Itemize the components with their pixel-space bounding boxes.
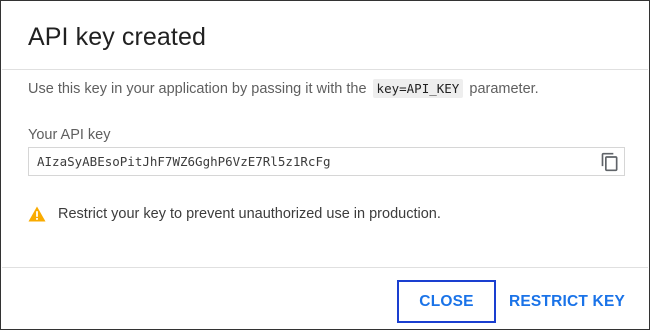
footer-divider <box>2 267 648 268</box>
description-text-after: parameter. <box>469 81 539 97</box>
dialog-description: Use this key in your application by pass… <box>28 79 539 98</box>
restrict-key-button[interactable]: RESTRICT KEY <box>501 280 633 323</box>
api-key-value[interactable]: AIzaSyABEsoPitJhF7WZ6GghP6VzE7Rl5z1RcFg <box>37 154 331 169</box>
warning-icon <box>28 206 46 222</box>
description-text-before: Use this key in your application by pass… <box>28 81 367 97</box>
warning-text: Restrict your key to prevent unauthorize… <box>58 206 441 222</box>
header-divider <box>2 69 648 70</box>
close-button[interactable]: CLOSE <box>397 280 496 323</box>
dialog-title: API key created <box>28 23 206 51</box>
api-key-label: Your API key <box>28 127 111 143</box>
code-snippet: key=API_KEY <box>372 79 464 98</box>
api-key-dialog: API key created Use this key in your app… <box>0 0 650 330</box>
api-key-field[interactable]: AIzaSyABEsoPitJhF7WZ6GghP6VzE7Rl5z1RcFg <box>28 147 625 176</box>
warning-row: Restrict your key to prevent unauthorize… <box>28 206 441 222</box>
copy-icon[interactable] <box>600 152 620 172</box>
